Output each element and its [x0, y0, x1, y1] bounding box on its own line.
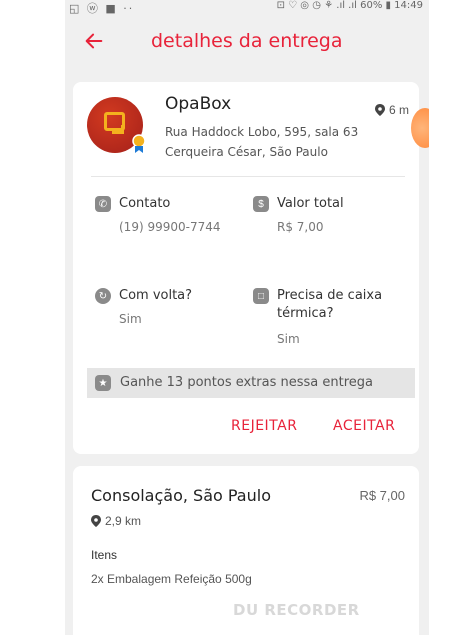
store-address-line2: Cerqueira César, São Paulo	[165, 145, 328, 159]
return-value: Sim	[119, 312, 142, 326]
right-margin	[429, 0, 467, 635]
store-distance: 6 m	[374, 103, 409, 117]
items-label: Itens	[91, 548, 118, 562]
status-right-info: ⊡ ♡ ◎ ◷ ⚘ .ıl .ıl 60% ▮ 14:49	[276, 0, 423, 11]
verified-badge-icon	[132, 134, 146, 153]
thermal-label-line1: Precisa de caixa	[277, 288, 383, 303]
next-order-distance: 2,9 km	[91, 514, 141, 528]
phone-icon: ✆	[95, 196, 111, 212]
next-order-title: Consolação, São Paulo	[91, 486, 271, 505]
thermal-value: Sim	[277, 332, 300, 346]
return-icon: ↻	[95, 288, 111, 304]
star-icon: ★	[95, 375, 111, 391]
next-order-distance-value: 2,9 km	[105, 514, 142, 528]
thermal-box-icon: □	[253, 288, 269, 304]
accept-button[interactable]: ACEITAR	[333, 418, 395, 434]
phone-screen: ◱ ⓦ ■ ·· ⊡ ♡ ◎ ◷ ⚘ .ıl .ıl 60% ▮ 14:49 d…	[65, 0, 429, 635]
app-bar: detalhes da entrega	[65, 22, 429, 66]
logo-handle-shape	[112, 125, 124, 134]
bonus-text: Ganhe 13 pontos extras nessa entrega	[120, 375, 373, 390]
page-title: detalhes da entrega	[151, 30, 343, 52]
recorder-watermark: DU RECORDER	[233, 601, 360, 619]
thermal-label-line2: térmica?	[277, 306, 334, 321]
status-bar: ◱ ⓦ ■ ·· ⊡ ♡ ◎ ◷ ⚘ .ıl .ıl 60% ▮ 14:49	[65, 0, 429, 15]
location-pin-icon	[374, 104, 385, 116]
status-left-icons: ◱ ⓦ ■ ··	[69, 2, 135, 15]
return-label: Com volta?	[119, 288, 193, 303]
items-value: 2x Embalagem Refeição 500g	[91, 572, 252, 586]
money-icon: $	[253, 196, 269, 212]
location-pin-icon	[91, 515, 101, 527]
left-margin	[0, 0, 65, 635]
contact-label: Contato	[119, 196, 171, 211]
contact-value[interactable]: (19) 99900-7744	[119, 220, 221, 234]
next-order-price: R$ 7,00	[359, 488, 405, 503]
store-distance-value: 6 m	[388, 103, 409, 117]
total-value: R$ 7,00	[277, 220, 324, 234]
arrow-left-icon[interactable]	[83, 30, 105, 52]
total-label: Valor total	[277, 196, 344, 211]
delivery-card: OpaBox 6 m Rua Haddock Lobo, 595, sala 6…	[73, 82, 419, 454]
store-address-line1: Rua Haddock Lobo, 595, sala 63	[165, 125, 359, 139]
divider	[91, 176, 405, 177]
reject-button[interactable]: REJEITAR	[231, 418, 297, 434]
store-name: OpaBox	[165, 94, 232, 114]
bonus-banner: ★ Ganhe 13 pontos extras nessa entrega	[87, 368, 415, 398]
